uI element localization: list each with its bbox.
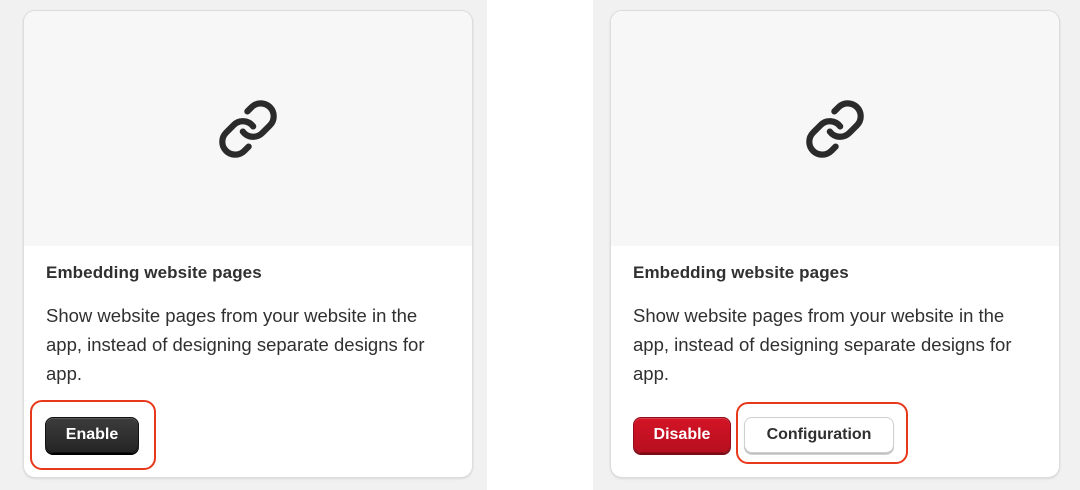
card-description: Show website pages from your website in … bbox=[46, 305, 425, 384]
feature-card-enabled-state: Embedding website pages Show website pag… bbox=[610, 10, 1060, 478]
configuration-button[interactable]: Configuration bbox=[744, 417, 894, 453]
card-title: Embedding website pages bbox=[633, 263, 849, 282]
feature-card-disabled-state: Embedding website pages Show website pag… bbox=[23, 10, 473, 478]
card-hero bbox=[24, 11, 472, 246]
link-icon bbox=[219, 99, 277, 158]
card-title: Embedding website pages bbox=[46, 263, 262, 282]
disable-button[interactable]: Disable bbox=[633, 417, 731, 453]
card-hero bbox=[611, 11, 1059, 246]
link-icon bbox=[806, 99, 864, 158]
enable-button[interactable]: Enable bbox=[45, 417, 139, 453]
card-description: Show website pages from your website in … bbox=[633, 305, 1012, 384]
